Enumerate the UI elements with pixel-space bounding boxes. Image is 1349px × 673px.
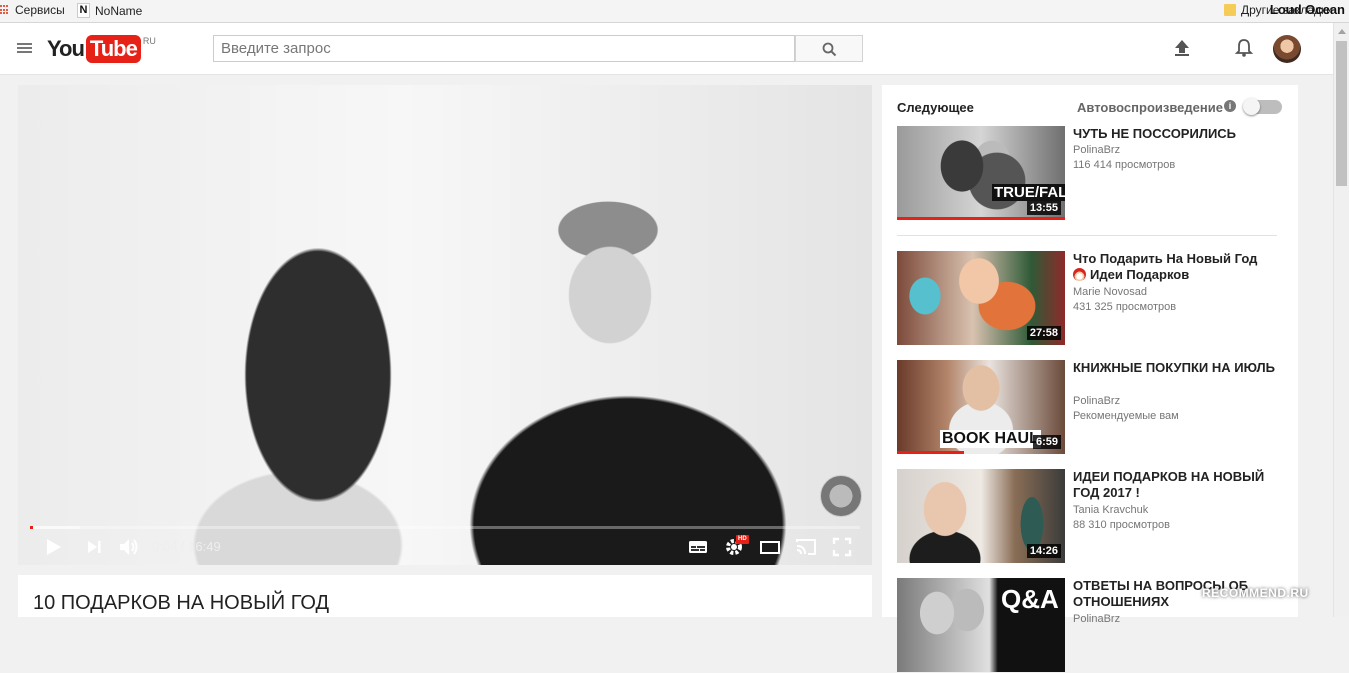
channel-name: PolinaBrz <box>1073 144 1121 156</box>
page-scrollbar[interactable] <box>1333 23 1349 617</box>
fullscreen-icon[interactable] <box>832 536 852 558</box>
thumbnail-caption: Q&A <box>1001 584 1059 614</box>
recommended-video[interactable]: 14:26 ИДЕИ ПОДАРКОВ НА НОВЫЙ ГОД 2017 ! … <box>897 469 1287 564</box>
hd-badge: HD <box>736 535 749 544</box>
video-thumbnail[interactable]: BOOK HAUL 6:59 <box>897 360 1065 454</box>
video-title-link[interactable]: Что Подарить На Новый Год Идеи Подарков <box>1073 251 1283 283</box>
video-thumbnail[interactable]: TRUE/FALSE 13:55 <box>897 126 1065 220</box>
search-button[interactable] <box>795 35 863 62</box>
account-avatar[interactable] <box>1273 35 1301 63</box>
video-title-link[interactable]: КНИЖНЫЕ ПОКУПКИ НА ИЮЛЬ <box>1073 360 1283 376</box>
scrollbar-thumb[interactable] <box>1336 41 1347 186</box>
section-divider <box>897 235 1277 236</box>
watched-progress <box>897 217 1065 220</box>
scroll-up-arrow-icon[interactable] <box>1338 29 1346 34</box>
video-duration: 14:26 <box>1026 544 1061 558</box>
folder-icon <box>1224 4 1236 16</box>
video-title: 10 ПОДАРКОВ НА НОВЫЙ ГОД <box>33 592 330 614</box>
volume-icon[interactable] <box>118 536 140 558</box>
video-duration: 13:55 <box>1026 201 1061 215</box>
autoplay-toggle-knob <box>1243 98 1260 115</box>
progress-bar[interactable] <box>30 526 860 529</box>
bookmark-noname-label: NoName <box>95 3 143 18</box>
video-duration: 6:59 <box>1032 435 1061 449</box>
video-thumbnail[interactable]: 14:26 <box>897 469 1065 563</box>
video-duration: 27:58 <box>1026 326 1061 340</box>
view-count: 431 325 просмотров <box>1073 301 1177 313</box>
autoplay-label: Автовоспроизведение <box>1077 100 1223 115</box>
video-title-line: Что Подарить На Новый Год <box>1073 251 1258 266</box>
bookmark-apps[interactable]: Сервисы <box>0 3 65 17</box>
next-video-icon[interactable] <box>86 536 102 558</box>
upload-icon[interactable] <box>1173 39 1191 57</box>
thumbnail-caption: BOOK HAUL <box>940 430 1041 448</box>
masthead: You Tube RU <box>0 23 1333 75</box>
video-player[interactable] <box>18 85 872 565</box>
channel-name: PolinaBrz <box>1073 613 1121 625</box>
autoplay-toggle[interactable] <box>1243 98 1282 115</box>
info-icon[interactable]: i <box>1224 100 1236 112</box>
logo-region-label: RU <box>142 36 156 46</box>
search-input[interactable] <box>213 35 795 62</box>
logo-tube-text: Tube <box>85 35 141 63</box>
video-title-line-2: Идеи Подарков <box>1073 267 1283 283</box>
recommended-video[interactable]: TRUE/FALSE 13:55 ЧУТЬ НЕ ПОССОРИЛИСЬ Pol… <box>897 126 1287 221</box>
channel-name: PolinaBrz <box>1073 395 1121 407</box>
channel-name: Marie Novosad <box>1073 286 1147 298</box>
bookmark-noname[interactable]: N NoName <box>77 3 142 18</box>
up-next-heading: Следующее <box>897 100 974 115</box>
noname-favicon-icon: N <box>77 3 90 18</box>
browser-profile-name[interactable]: Loud Ocean <box>1270 2 1345 17</box>
recommended-video[interactable]: 27:58 Что Подарить На Новый Год Идеи Под… <box>897 251 1287 346</box>
video-title-line-2-text: Идеи Подарков <box>1090 267 1190 282</box>
view-count: 116 414 просмотров <box>1073 159 1176 171</box>
hamburger-menu-icon[interactable] <box>17 43 32 54</box>
video-info-card: 10 ПОДАРКОВ НА НОВЫЙ ГОД <box>18 575 872 617</box>
up-next-sidebar: Следующее Автовоспроизведение i TRUE/FAL… <box>882 85 1298 672</box>
cast-icon[interactable] <box>795 536 817 558</box>
youtube-logo[interactable]: You Tube RU <box>47 35 156 63</box>
play-icon[interactable] <box>45 536 63 558</box>
channel-name: Tania Kravchuk <box>1073 504 1149 516</box>
santa-emoji-icon <box>1073 268 1086 281</box>
logo-you-text: You <box>47 36 85 61</box>
video-thumbnail[interactable]: Q&A <box>897 578 1065 672</box>
video-title-link[interactable]: ЧУТЬ НЕ ПОССОРИЛИСЬ <box>1073 126 1283 142</box>
thumbnail-caption: TRUE/FALSE <box>992 184 1065 201</box>
video-thumbnail[interactable]: 27:58 <box>897 251 1065 345</box>
channel-watermark[interactable] <box>820 475 862 517</box>
view-count: 88 310 просмотров <box>1073 519 1170 531</box>
bookmarks-bar: Сервисы N NoName Другие закладки Loud Oc… <box>0 0 1349 23</box>
subtitles-icon[interactable] <box>688 536 708 558</box>
progress-buffered <box>30 526 80 529</box>
search-icon <box>822 42 837 57</box>
time-display: 0:04 / 16:49 <box>152 539 221 554</box>
bookmark-apps-label: Сервисы <box>15 3 65 17</box>
recommended-video[interactable]: BOOK HAUL 6:59 КНИЖНЫЕ ПОКУПКИ НА ИЮЛЬ P… <box>897 360 1287 455</box>
apps-grid-icon <box>0 5 10 15</box>
site-watermark: RECOMMEND.RU <box>1202 586 1309 600</box>
video-title-link[interactable]: ИДЕИ ПОДАРКОВ НА НОВЫЙ ГОД 2017 ! <box>1073 469 1283 501</box>
theater-mode-icon[interactable] <box>759 536 781 558</box>
watched-progress <box>897 451 964 454</box>
progress-played <box>30 526 33 529</box>
notifications-bell-icon[interactable] <box>1234 38 1254 58</box>
recommendation-reason: Рекомендуемые вам <box>1073 410 1179 422</box>
